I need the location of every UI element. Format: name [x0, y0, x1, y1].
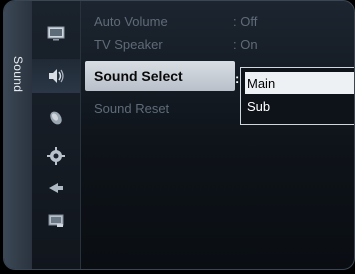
sound-icon [49, 69, 64, 83]
picture-menu-tab[interactable] [32, 16, 80, 50]
dropdown-option-main[interactable]: Main [245, 72, 354, 94]
menu-item-sound-select[interactable]: Sound Select [85, 61, 235, 91]
menu-frame: Sound Auto Volume: Off TV Speaker: On … [3, 0, 355, 270]
dropdown-option-sub[interactable]: Sub [241, 95, 354, 117]
menu-item-label: Sound Select [94, 68, 183, 84]
menu-item-label: Sound Reset [94, 100, 170, 116]
setup-menu-tab[interactable] [32, 139, 80, 173]
sound-menu-tab[interactable] [32, 59, 80, 93]
menu-items-area: Auto Volume : Off TV Speaker : On Sound … [85, 1, 344, 269]
sound-select-dropdown: Main Sub [240, 67, 354, 125]
dropdown-option-label: Main [247, 75, 276, 91]
channel-menu-tab[interactable] [32, 100, 80, 134]
menu-item-auto-volume[interactable]: Auto Volume : Off [89, 10, 344, 32]
menu-item-label: TV Speaker [94, 36, 163, 52]
category-bar: Sound [4, 1, 33, 269]
application-icon [48, 214, 64, 227]
application-menu-tab[interactable] [32, 203, 80, 237]
channel-icon [50, 111, 62, 125]
menu-item-value: : On [233, 36, 258, 52]
input-menu-tab[interactable] [32, 171, 80, 205]
tv-osd-screen: Sound Auto Volume: Off TV Speaker: On … [0, 0, 355, 274]
menu-icon-column [32, 1, 81, 269]
category-label: Sound [11, 56, 25, 93]
menu-item-label: Auto Volume [94, 13, 168, 29]
menu-item-value: : [235, 71, 240, 86]
input-icon [49, 183, 63, 193]
picture-icon [47, 26, 65, 41]
menu-item-value: : Off [233, 13, 258, 29]
dropdown-option-label: Sub [247, 98, 271, 114]
setup-icon [47, 147, 65, 165]
menu-item-tv-speaker[interactable]: TV Speaker : On [89, 33, 344, 55]
